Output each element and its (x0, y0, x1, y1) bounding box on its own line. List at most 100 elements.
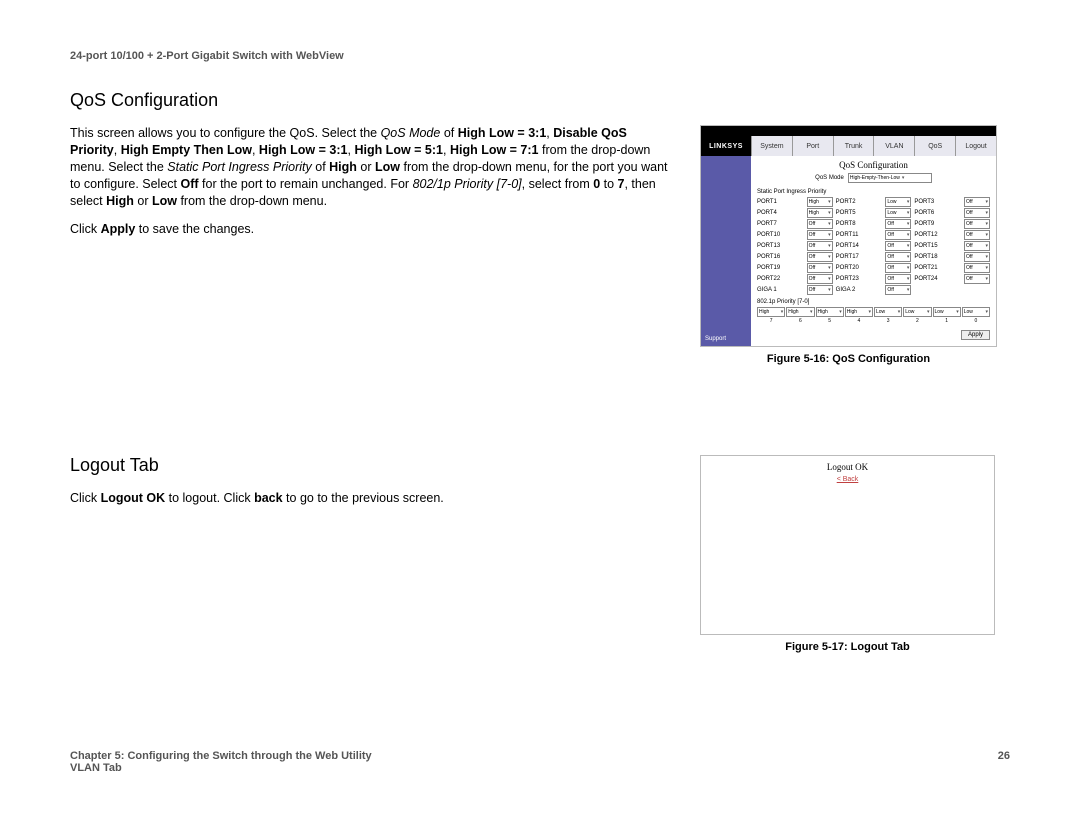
figure-5-16: LINKSYS SystemPortTrunkVLANQoSLogout Sup… (700, 125, 997, 347)
bold: back (254, 491, 283, 505)
port-select[interactable]: Off (964, 208, 990, 218)
tab-trunk[interactable]: Trunk (833, 136, 874, 156)
fig516-title: QoS Configuration (757, 160, 990, 170)
fig516-blackbar (701, 126, 996, 136)
port-label: PORT18 (914, 254, 961, 260)
back-link[interactable]: < Back (701, 476, 994, 483)
figure-5-17: Logout OK < Back (700, 455, 995, 635)
text: , (443, 143, 450, 157)
text: , (252, 143, 259, 157)
priority-index: 6 (786, 318, 814, 324)
bold: High Low = 5:1 (354, 143, 443, 157)
footer-chapter: Chapter 5: Configuring the Switch throug… (70, 750, 372, 762)
footer-tab: VLAN Tab (70, 762, 372, 774)
port-label: GIGA 1 (757, 287, 804, 293)
italic: 802/1p Priority [7-0] (413, 177, 522, 191)
port-select[interactable]: Off (885, 285, 911, 295)
text: Click (70, 222, 101, 236)
tab-port[interactable]: Port (792, 136, 833, 156)
text: to (600, 177, 617, 191)
port-label: PORT13 (757, 243, 804, 249)
priority-select[interactable]: High (757, 307, 785, 317)
bold: High Empty Then Low (121, 143, 252, 157)
priority-select[interactable]: High (816, 307, 844, 317)
port-label: PORT10 (757, 232, 804, 238)
text: Click (70, 491, 101, 505)
port-select[interactable]: Off (885, 252, 911, 262)
priority-select[interactable]: Low (962, 307, 990, 317)
priority-index: 3 (874, 318, 902, 324)
paragraph-qos-description: This screen allows you to configure the … (70, 125, 670, 209)
linksys-logo: LINKSYS (701, 136, 751, 156)
port-label: PORT7 (757, 221, 804, 227)
port-label: PORT9 (914, 221, 961, 227)
bold: High Low = 7:1 (450, 143, 539, 157)
qos-mode-select[interactable]: High-Empty-Then-Low (848, 173, 932, 183)
fig516-sidebar: Support (701, 156, 751, 346)
port-select[interactable]: Off (964, 241, 990, 251)
bold: Off (180, 177, 198, 191)
tab-logout[interactable]: Logout (955, 136, 996, 156)
text: to logout. Click (165, 491, 254, 505)
port-label: PORT22 (757, 276, 804, 282)
port-select[interactable]: Low (885, 197, 911, 207)
port-select[interactable]: Off (807, 230, 833, 240)
port-label: PORT11 (836, 232, 883, 238)
port-label: PORT16 (757, 254, 804, 260)
priority-index: 0 (962, 318, 990, 324)
priority-index: 1 (933, 318, 961, 324)
priority-index: 4 (845, 318, 873, 324)
port-label: PORT19 (757, 265, 804, 271)
port-select[interactable]: Off (964, 252, 990, 262)
port-select[interactable]: Off (807, 241, 833, 251)
text: , (114, 143, 121, 157)
priority-select[interactable]: Low (933, 307, 961, 317)
port-select[interactable]: Off (807, 285, 833, 295)
bold: Low (152, 194, 177, 208)
port-select[interactable]: Off (885, 241, 911, 251)
port-select[interactable]: Off (807, 219, 833, 229)
text: for the port to remain unchanged. For (199, 177, 413, 191)
tab-system[interactable]: System (751, 136, 792, 156)
port-select[interactable]: Off (885, 219, 911, 229)
tab-qos[interactable]: QoS (914, 136, 955, 156)
tab-vlan[interactable]: VLAN (873, 136, 914, 156)
port-label: PORT4 (757, 210, 804, 216)
bold: Low (375, 160, 400, 174)
text: or (134, 194, 152, 208)
port-label: PORT15 (914, 243, 961, 249)
apply-button[interactable]: Apply (961, 330, 990, 340)
support-link[interactable]: Support (705, 336, 726, 342)
port-label: PORT3 (914, 199, 961, 205)
port-select[interactable]: Off (807, 252, 833, 262)
italic: Static Port Ingress Priority (167, 160, 312, 174)
port-select[interactable]: Off (964, 230, 990, 240)
port-select[interactable]: Off (964, 197, 990, 207)
section-802-label: 802.1p Priority [7-0] (757, 299, 990, 305)
bold: High (329, 160, 357, 174)
port-select[interactable]: Off (885, 263, 911, 273)
port-select[interactable]: High (807, 208, 833, 218)
priority-select[interactable]: Low (903, 307, 931, 317)
port-select[interactable]: Low (885, 208, 911, 218)
port-select[interactable]: Off (807, 274, 833, 284)
priority-select[interactable]: High (786, 307, 814, 317)
priority-select[interactable]: Low (874, 307, 902, 317)
port-select[interactable]: Off (885, 274, 911, 284)
priority-select[interactable]: High (845, 307, 873, 317)
text: This screen allows you to configure the … (70, 126, 381, 140)
port-label: PORT20 (836, 265, 883, 271)
port-select[interactable]: Off (885, 230, 911, 240)
port-label: GIGA 2 (836, 287, 883, 293)
port-select[interactable]: Off (964, 263, 990, 273)
port-select[interactable]: Off (807, 263, 833, 273)
port-select[interactable]: High (807, 197, 833, 207)
priority-index: 5 (816, 318, 844, 324)
port-label: PORT5 (836, 210, 883, 216)
port-select[interactable]: Off (964, 219, 990, 229)
paragraph-logout: Click Logout OK to logout. Click back to… (70, 490, 670, 507)
text: of (440, 126, 457, 140)
port-label: PORT2 (836, 199, 883, 205)
section-ports-label: Static Port Ingress Priority (757, 189, 990, 195)
port-select[interactable]: Off (964, 274, 990, 284)
